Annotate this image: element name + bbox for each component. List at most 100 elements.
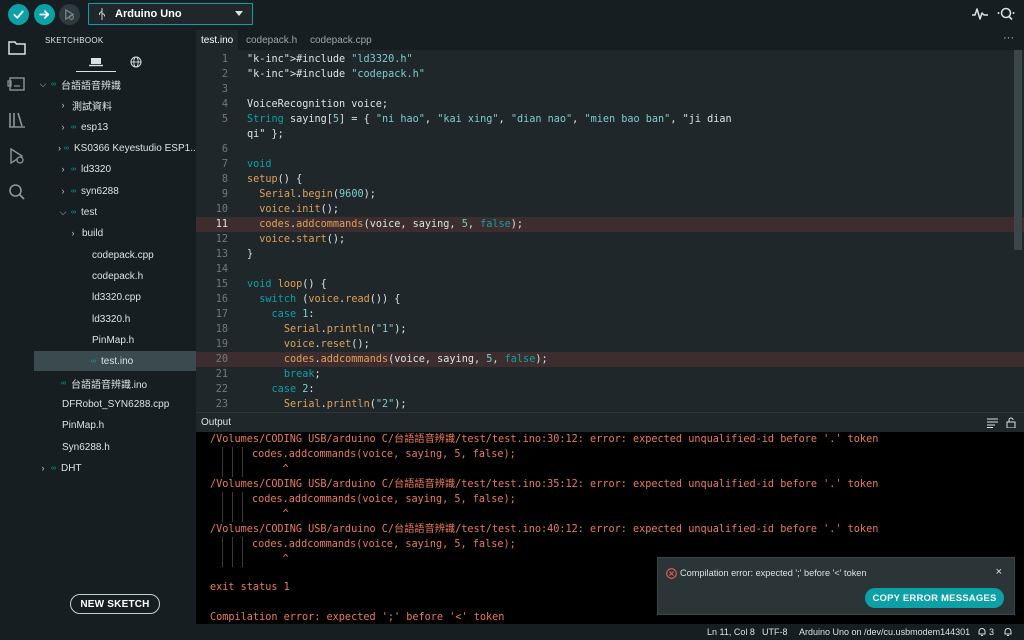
board-port[interactable]: Arduino Uno on /dev/cu.usbmodem144301 — [799, 627, 970, 637]
sketchbook-title: SKETCHBOOK — [45, 36, 104, 45]
code-text: break; — [283, 369, 321, 380]
new-sketch-button[interactable]: NEW SKETCH — [70, 594, 160, 614]
indent-guide — [242, 447, 243, 462]
serial-plotter-icon[interactable] — [971, 6, 989, 22]
tree-item[interactable]: PinMap.h — [34, 330, 196, 350]
clear-output-icon[interactable] — [987, 418, 998, 428]
debug-run-icon[interactable] — [7, 146, 27, 166]
activity-bar — [0, 30, 34, 624]
tab-codepack-h[interactable]: codepack.h — [241, 30, 302, 50]
tree-item[interactable]: PinMap.h — [34, 415, 196, 435]
code-text: void loop() { — [247, 279, 327, 290]
tree-item[interactable]: › ∞ DHT — [34, 458, 196, 478]
tree-item[interactable]: › ∞ syn6288 — [34, 181, 196, 201]
lock-icon[interactable] — [1006, 417, 1016, 428]
output-line: /Volumes/CODING USB/arduino C/台語語音辨識/tes… — [210, 432, 878, 447]
local-sketchbook-tab[interactable] — [76, 52, 116, 72]
more-actions-icon[interactable]: ··· — [1003, 32, 1014, 44]
chevron-down-icon: ⌵ — [39, 78, 47, 89]
indent-guide — [222, 492, 223, 507]
line-number: 4 — [221, 99, 228, 110]
tree-item[interactable]: codepack.h — [34, 266, 196, 286]
tree-item[interactable]: ld3320.h — [34, 309, 196, 329]
output-line: codes.addcommands(voice, saying, 5, fals… — [222, 537, 516, 552]
cloud-sketchbook-tab[interactable] — [116, 52, 156, 72]
folder-icon[interactable] — [7, 38, 27, 58]
search-icon[interactable] — [7, 182, 27, 202]
tree-item[interactable]: › 測試資料 — [34, 95, 196, 115]
output-text: Compilation error: expected ';' before '… — [210, 612, 505, 623]
output-line: ^ — [222, 507, 289, 522]
toolbar: Arduino Uno — [0, 0, 1024, 30]
code-line: 21 break; — [196, 367, 1024, 382]
code-text: VoiceRecognition voice; — [247, 99, 389, 110]
notification-message: Compilation error: expected ';' before '… — [680, 568, 867, 578]
line-number: 16 — [215, 294, 228, 305]
editor-scrollbar[interactable] — [1014, 50, 1022, 250]
encoding[interactable]: UTF-8 — [762, 627, 788, 637]
code-text: qi" }; — [247, 129, 284, 140]
tree-item[interactable]: › ∞ KS0366 Keyestudio ESP1... — [34, 138, 196, 158]
code-line: 23 Serial.println("2"); — [196, 397, 1024, 412]
tree-item-label: esp13 — [81, 121, 109, 133]
tab-test-ino[interactable]: test.ino — [196, 30, 239, 50]
line-number: 2 — [221, 69, 228, 80]
code-line: 2 "k-inc">#include "codepack.h" — [196, 67, 1024, 82]
code-editor[interactable]: 1 "k-inc">#include "ld3320.h" 2 "k-inc">#in… — [196, 50, 1024, 412]
cursor-position[interactable]: Ln 11, Col 8 — [707, 627, 755, 637]
bell-icon[interactable] — [977, 627, 987, 637]
tree-item[interactable]: ∞ 台語語音辨識.ino — [34, 373, 196, 393]
tree-item[interactable]: DFRobot_SYN6288.cpp — [34, 394, 196, 414]
line-number: 20 — [215, 354, 228, 365]
code-line: 1 "k-inc">#include "ld3320.h" — [196, 52, 1024, 67]
line-number: 9 — [221, 189, 228, 200]
upload-button[interactable] — [34, 4, 55, 25]
tree-item[interactable]: › build — [34, 223, 196, 243]
tree-item-label: build — [82, 227, 104, 239]
arrow-right-icon — [39, 10, 50, 19]
tree-item[interactable]: Syn6288.h — [34, 437, 196, 457]
notification-count[interactable]: 3 — [989, 627, 994, 637]
close-icon[interactable]: × — [996, 566, 1002, 578]
library-manager-icon[interactable] — [7, 110, 27, 130]
bell-icon[interactable] — [1003, 627, 1013, 637]
tree-item[interactable]: › ∞ esp13 — [34, 117, 196, 137]
debug-button[interactable] — [59, 4, 80, 25]
indent-guide — [232, 507, 233, 522]
output-header: Output — [196, 412, 1024, 432]
code-text: voice.start(); — [259, 234, 346, 245]
code-line: 6 — [196, 142, 1024, 157]
tree-item[interactable]: ⌵ ∞ test — [34, 202, 196, 222]
sketch-icon: ∞ — [51, 464, 56, 472]
output-line: Compilation error: expected ';' before '… — [210, 610, 504, 624]
code-text: codes.addcommands(voice, saying, 5, fals… — [259, 219, 524, 230]
line-number: 21 — [215, 369, 228, 380]
line-number: 1 — [221, 54, 228, 65]
code-line: qi" }; — [196, 127, 1024, 142]
tree-item[interactable]: codepack.cpp — [34, 245, 196, 265]
chevron-right-icon: › — [61, 186, 65, 196]
line-number: 15 — [215, 279, 228, 290]
line-number: 12 — [215, 234, 228, 245]
tree-item[interactable]: › ∞ ld3320 — [34, 159, 196, 179]
output-text: codes.addcommands(voice, saying, 5, fals… — [252, 449, 516, 460]
tree-item-label: Syn6288.h — [62, 441, 110, 453]
output-text: codes.addcommands(voice, saying, 5, fals… — [252, 539, 516, 550]
output-line: /Volumes/CODING USB/arduino C/台語語音辨識/tes… — [210, 477, 878, 492]
verify-button[interactable] — [8, 4, 29, 25]
serial-monitor-icon[interactable] — [996, 6, 1016, 22]
copy-error-messages-button[interactable]: COPY ERROR MESSAGES — [865, 588, 1004, 608]
tree-item-label: ld3320.cpp — [92, 291, 141, 303]
tree-item[interactable]: ld3320.cpp — [34, 287, 196, 307]
board-selector[interactable]: Arduino Uno — [88, 3, 253, 25]
indent-guide — [222, 552, 223, 567]
editor-tabs: test.ino codepack.h codepack.cpp ··· — [196, 30, 1024, 50]
error-notification: Compilation error: expected ';' before '… — [657, 557, 1015, 615]
tree-item-label: 台語語音辨識 — [61, 80, 121, 92]
tab-codepack-cpp[interactable]: codepack.cpp — [305, 30, 377, 50]
error-icon — [666, 568, 677, 579]
board-manager-icon[interactable] — [7, 74, 27, 94]
tree-item[interactable]: ∞ test.ino — [34, 351, 196, 371]
debug-icon — [65, 8, 75, 21]
tree-item[interactable]: ⌵ ∞ 台語語音辨識 — [34, 74, 196, 94]
